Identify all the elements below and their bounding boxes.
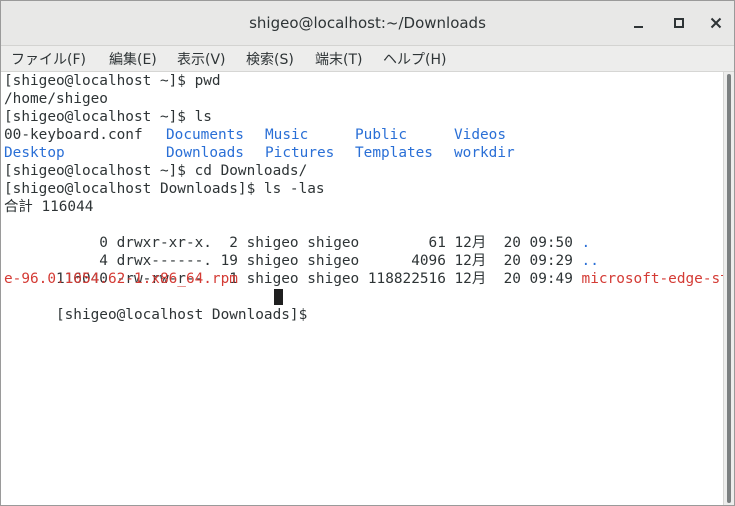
- terminal-line-total: 合計 116044: [4, 199, 94, 215]
- listing-name: microsoft-edge-stabl: [581, 271, 724, 287]
- terminal-output[interactable]: [shigeo@localhost ~]$ pwd /home/shigeo […: [1, 72, 724, 505]
- scrollbar-thumb[interactable]: [727, 74, 731, 503]
- current-prompt: [shigeo@localhost Downloads]$: [55, 307, 316, 323]
- terminal-line-prompt-ls-las: [shigeo@localhost Downloads]$ ls -las: [4, 181, 325, 197]
- terminal-line-prompt-cd: [shigeo@localhost ~]$ cd Downloads/: [4, 163, 308, 179]
- terminal-line-listing: 0 drwxr-xr-x. 2 shigeo shigeo 61 12月 20 …: [4, 216, 590, 251]
- terminal-line-prompt-ls: [shigeo@localhost ~]$ ls: [4, 109, 212, 125]
- terminal-window: shigeo@localhost:~/Downloads ファイル(F) 編集(…: [0, 0, 735, 506]
- menu-terminal[interactable]: 端末(T): [315, 49, 362, 69]
- terminal-line-listing: 116040 -rw-rw-r-- 1 shigeo shigeo 118822…: [4, 252, 724, 287]
- ls-entry-file: 00-keyboard.conf: [4, 127, 143, 143]
- menu-file[interactable]: ファイル(F): [11, 49, 86, 69]
- terminal-line-listing-wrap: e-96.0.1054.62-1.x86_64.rpm: [4, 271, 238, 287]
- terminal-line-ls-row-2: Desktop Downloads Pictures Templates wor…: [4, 144, 515, 162]
- menu-help[interactable]: ヘルプ(H): [383, 49, 446, 69]
- ls-entry-dir: Music: [265, 127, 309, 143]
- ls-entry-dir: Downloads: [166, 145, 244, 161]
- ls-entry-dir: Public: [355, 127, 407, 143]
- minimize-icon: [634, 26, 643, 28]
- terminal-line-ls-row-1: 00-keyboard.conf Documents Music Public …: [4, 126, 506, 144]
- ls-entry-dir: Documents: [166, 127, 244, 143]
- vertical-scrollbar[interactable]: [723, 72, 734, 505]
- ls-entry-dir: workdir: [454, 145, 515, 161]
- close-icon: [710, 17, 722, 29]
- maximize-icon: [674, 18, 684, 28]
- ls-entry-dir: Templates: [355, 145, 433, 161]
- window-controls: [614, 1, 734, 45]
- terminal-line-prompt-pwd: [shigeo@localhost ~]$ pwd: [4, 73, 221, 89]
- title-bar[interactable]: shigeo@localhost:~/Downloads: [1, 1, 734, 46]
- maximize-button[interactable]: [669, 13, 689, 33]
- ls-entry-dir: Desktop: [4, 145, 65, 161]
- menu-search[interactable]: 検索(S): [246, 49, 294, 69]
- terminal-line-listing: 4 drwx------. 19 shigeo shigeo 4096 12月 …: [4, 234, 599, 269]
- menu-bar: ファイル(F) 編集(E) 表示(V) 検索(S) 端末(T) ヘルプ(H): [1, 46, 734, 72]
- menu-edit[interactable]: 編集(E): [109, 49, 157, 69]
- terminal-line-current-prompt: [shigeo@localhost Downloads]$: [4, 288, 316, 323]
- close-button[interactable]: [706, 13, 726, 33]
- menu-view[interactable]: 表示(V): [177, 49, 226, 69]
- terminal-line-pwd-output: /home/shigeo: [4, 91, 108, 107]
- ls-entry-dir: Pictures: [265, 145, 335, 161]
- ls-entry-dir: Videos: [454, 127, 506, 143]
- minimize-button[interactable]: [629, 13, 649, 33]
- text-cursor: [274, 289, 283, 305]
